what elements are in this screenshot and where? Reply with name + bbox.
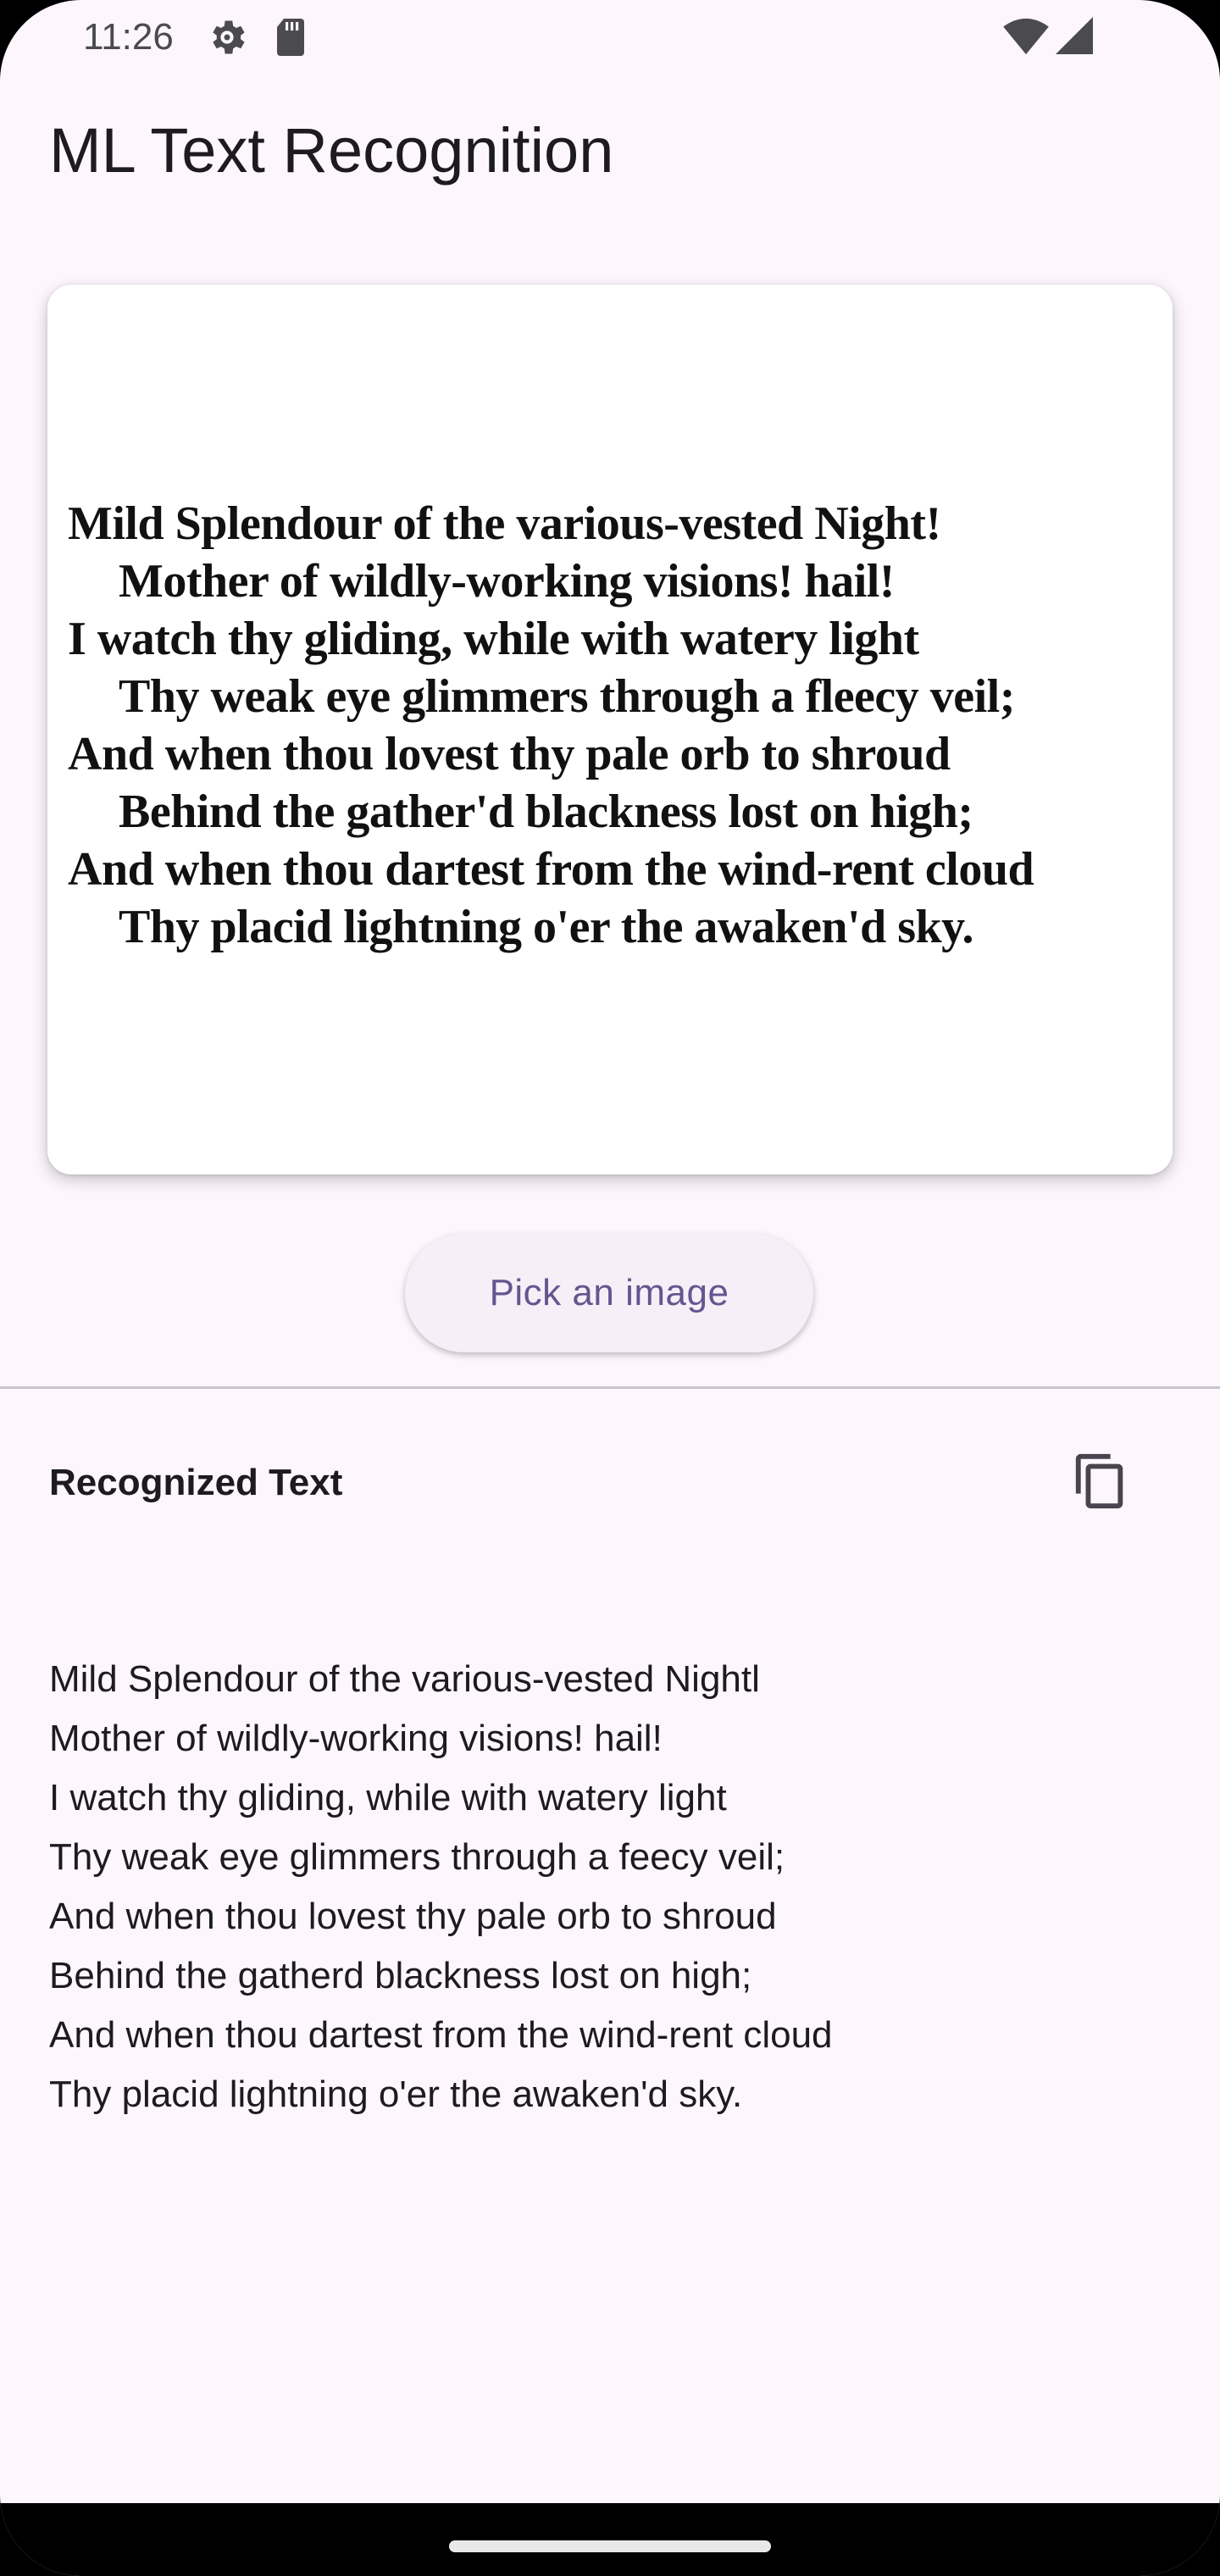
pick-image-button[interactable]: Pick an image — [405, 1234, 813, 1352]
recognized-text-line: Thy weak eye glimmers through a feecy ve… — [49, 1836, 785, 1878]
poem-image-line: Mild Splendour of the various-vested Nig… — [68, 497, 941, 550]
poem-image-line: Behind the gather'd blackness lost on hi… — [119, 786, 973, 838]
status-bar: 11:26 — [0, 0, 1220, 76]
recognized-text-line: And when thou dartest from the wind-rent… — [49, 2014, 833, 2056]
page-title: ML Text Recognition — [49, 115, 614, 186]
recognized-text-line: Mild Splendour of the various-vested Nig… — [49, 1658, 760, 1700]
recognized-text-line: I watch thy gliding, while with watery l… — [49, 1777, 727, 1818]
app-screen: 11:26 ML Text Recognition Mild Splendour… — [0, 0, 1220, 2576]
poem-image-line: Mother of wildly-working visions! hail! — [119, 555, 895, 608]
recognized-text-line: And when thou lovest thy pale orb to shr… — [49, 1896, 777, 1937]
poem-image-line: Thy placid lightning o'er the awaken'd s… — [119, 901, 974, 953]
recognized-text-line: Thy placid lightning o'er the awaken'd s… — [49, 2074, 743, 2115]
home-indicator[interactable] — [449, 2540, 771, 2552]
poem-image-line: And when thou lovest thy pale orb to shr… — [68, 728, 951, 780]
sd-card-icon — [277, 19, 304, 56]
poem-image: Mild Splendour of the various-vested Nig… — [68, 495, 1169, 956]
recognized-text-heading: Recognized Text — [49, 1462, 343, 1503]
poem-image-line: I watch thy gliding, while with watery l… — [68, 613, 919, 665]
recognized-text-line: Behind the gatherd blackness lost on hig… — [49, 1955, 752, 1996]
cell-signal-icon — [1056, 17, 1093, 54]
recognized-text-line: Mother of wildly-working visions! hail! — [49, 1718, 663, 1759]
section-divider — [0, 1386, 1220, 1389]
gear-icon — [213, 20, 245, 54]
status-time: 11:26 — [83, 16, 174, 58]
poem-image-line: Thy weak eye glimmers through a fleecy v… — [119, 670, 1015, 723]
selected-image-card: Mild Splendour of the various-vested Nig… — [47, 285, 1173, 1174]
copy-icon[interactable] — [1071, 1449, 1130, 1513]
poem-image-line: And when thou dartest from the wind-rent… — [68, 843, 1034, 896]
recognized-text-body: Mild Splendour of the various-vested Nig… — [49, 1650, 1151, 2124]
navigation-bar — [0, 2503, 1220, 2576]
wifi-icon — [1003, 18, 1049, 55]
